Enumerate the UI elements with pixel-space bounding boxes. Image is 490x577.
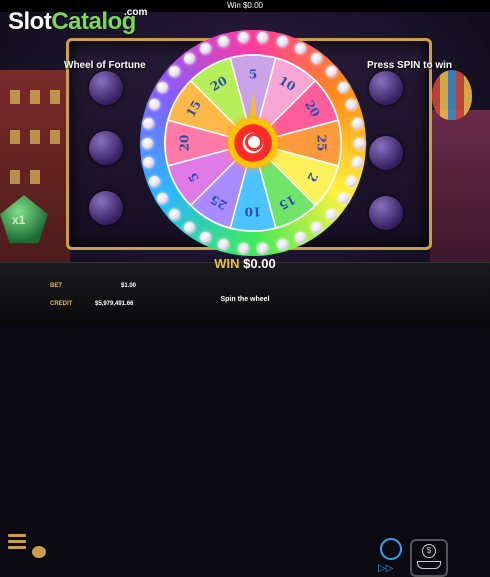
win-value: $0.00 [243,256,276,271]
wheel-segment-label: 10 [245,205,262,219]
background-building-left [0,70,70,280]
light-bulb-icon [294,42,306,54]
hot-air-balloon-image [432,70,472,120]
fast-forward-icon[interactable]: ▷▷ [378,563,393,574]
wheel-title: Wheel of Fortune [64,60,146,71]
coins-icon [32,546,46,558]
light-bulb-icon [351,156,363,168]
plum-symbol [369,71,403,105]
wheel-segment-label: 20 [178,135,192,152]
light-bulb-icon [237,243,249,255]
plum-symbol [369,196,403,230]
light-bulb-icon [148,99,160,111]
logo-part1: Slot [8,8,52,35]
refresh-icon [245,133,263,151]
spin-hub-button[interactable] [228,118,278,168]
slotcatalog-logo: SlotCatalog [8,8,136,36]
light-bulb-icon [200,42,212,54]
light-bulb-icon [169,208,181,220]
light-bulb-icon [353,137,365,149]
logo-suffix: .com [124,7,148,18]
light-bulb-icon [351,118,363,130]
bet-value: $1.00 [121,283,137,289]
plum-symbol [89,71,123,105]
light-bulb-icon [183,52,195,64]
wheel-segment-label: 25 [315,135,329,152]
light-bulb-icon [183,222,195,234]
multiplier-label: x1 [12,213,26,227]
light-bulb-icon [337,193,349,205]
light-bulb-icon [276,239,288,251]
light-bulb-icon [237,31,249,43]
light-bulb-icon [325,66,337,78]
bet-label: BET [50,283,62,289]
light-bulb-icon [218,35,230,47]
hand-icon [417,561,441,569]
light-bulb-icon [337,81,349,93]
light-bulb-icon [276,35,288,47]
dollar-icon: $ [422,544,436,558]
wheel-segment-label: 5 [249,68,257,82]
plum-symbol [89,191,123,225]
bet-settings-button[interactable]: $ [410,539,448,577]
light-bulb-icon [325,208,337,220]
background-building-right [430,110,490,280]
plum-symbol [89,131,123,165]
wheel-of-fortune[interactable]: 5 10 20 25 2 15 10 25 5 20 15 20 [140,30,366,256]
win-label: WIN [214,256,240,271]
autoplay-button[interactable] [380,538,402,560]
press-spin-prompt: Press SPIN to win [367,60,453,71]
plum-symbol [369,136,403,170]
light-bulb-icon [141,137,153,149]
light-bulb-icon [148,175,160,187]
menu-icon[interactable] [8,531,26,551]
bottom-bar: BET $1.00 CREDIT $5,979,491.66 ▷▷ $ [0,262,490,577]
win-display: WIN $0.00 [0,256,490,271]
status-message: Spin the wheel [220,296,270,303]
